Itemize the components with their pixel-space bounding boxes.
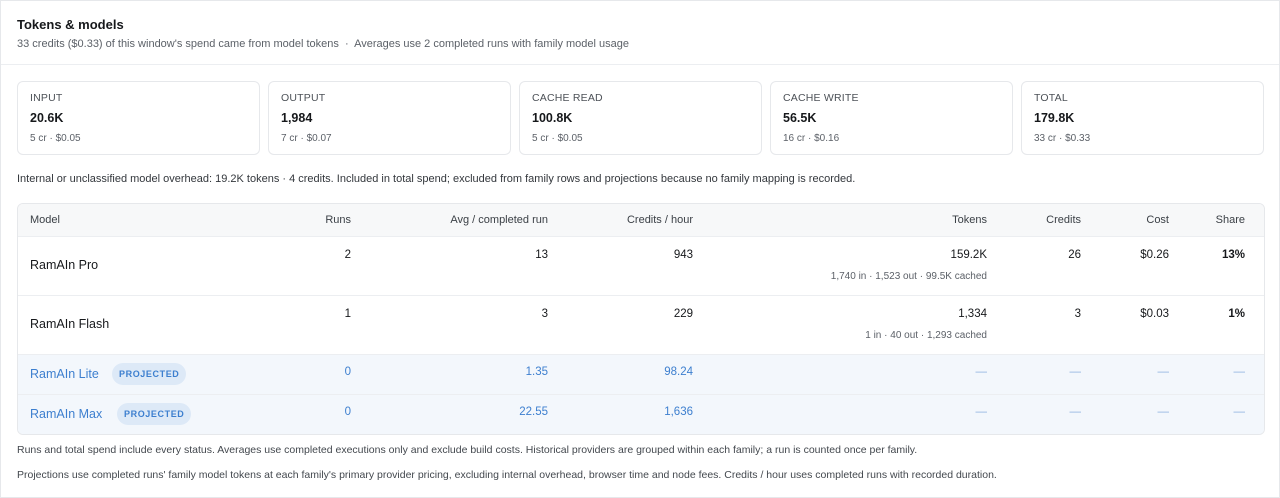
stat-label: INPUT bbox=[30, 92, 63, 104]
cost-value: — bbox=[1157, 366, 1170, 378]
column-header-runs: Runs bbox=[325, 214, 351, 226]
column-header-credits: Credits bbox=[1046, 214, 1081, 226]
column-header-tokens: Tokens bbox=[952, 214, 987, 226]
share-value: — bbox=[1233, 406, 1246, 418]
model-name: RamAIn Pro bbox=[30, 258, 99, 272]
footnote-runs: Runs and total spend include every statu… bbox=[17, 444, 918, 456]
stat-card-input: INPUT 20.6K 5 cr · $0.05 bbox=[17, 81, 260, 155]
model-usage-table: Model Runs Avg / completed run Credits /… bbox=[17, 203, 1265, 435]
cost-value: — bbox=[1157, 406, 1170, 418]
subtitle-separator: · bbox=[344, 38, 349, 50]
column-header-share: Share bbox=[1215, 214, 1245, 226]
stat-card-output: OUTPUT 1,984 7 cr · $0.07 bbox=[268, 81, 511, 155]
credits-value: 3 bbox=[1074, 308, 1081, 320]
credits-value: 26 bbox=[1068, 249, 1081, 261]
table-header-row: Model Runs Avg / completed run Credits /… bbox=[18, 204, 1264, 237]
stat-detail: 16 cr · $0.16 bbox=[783, 133, 840, 144]
stat-detail: 5 cr · $0.05 bbox=[30, 133, 81, 144]
cost-value: $0.03 bbox=[1140, 308, 1169, 320]
stat-value: 20.6K bbox=[30, 111, 64, 125]
tokens-value: — bbox=[975, 406, 988, 418]
tokens-models-panel: Tokens & models 33 credits ($0.33) of th… bbox=[0, 0, 1280, 498]
model-name: RamAIn Max bbox=[30, 407, 103, 421]
tokens-value: 159.2K bbox=[950, 249, 987, 261]
column-header-model: Model bbox=[30, 214, 60, 226]
column-header-avg: Avg / completed run bbox=[450, 214, 548, 226]
panel-header: Tokens & models 33 credits ($0.33) of th… bbox=[1, 1, 1279, 65]
projected-badge: PROJECTED bbox=[112, 363, 187, 385]
runs-value: 1 bbox=[344, 308, 351, 320]
projected-badge: PROJECTED bbox=[117, 403, 192, 425]
avg-value: 13 bbox=[535, 249, 548, 261]
runs-value: 2 bbox=[344, 249, 351, 261]
avg-value: 1.35 bbox=[525, 366, 548, 378]
share-value: 13% bbox=[1221, 249, 1245, 261]
stat-label: TOTAL bbox=[1034, 92, 1068, 104]
model-name: RamAIn Lite bbox=[30, 367, 99, 381]
panel-title: Tokens & models bbox=[17, 17, 124, 32]
stat-value: 179.8K bbox=[1034, 111, 1075, 125]
stat-label: CACHE READ bbox=[532, 92, 603, 104]
credits-per-hour-value: 1,636 bbox=[664, 406, 693, 418]
overhead-note: Internal or unclassified model overhead:… bbox=[17, 173, 856, 185]
subtitle-averages: Averages use 2 completed runs with famil… bbox=[354, 38, 630, 50]
credits-per-hour-value: 943 bbox=[673, 249, 693, 261]
panel-subtitle: 33 credits ($0.33) of this window's spen… bbox=[17, 38, 629, 50]
avg-value: 22.55 bbox=[519, 406, 548, 418]
tokens-detail: 1 in · 40 out · 1,293 cached bbox=[865, 330, 987, 341]
share-value: 1% bbox=[1228, 308, 1245, 320]
credits-per-hour-value: 229 bbox=[673, 308, 693, 320]
tokens-value: — bbox=[975, 366, 988, 378]
cost-value: $0.26 bbox=[1140, 249, 1169, 261]
stat-card-cache-write: CACHE WRITE 56.5K 16 cr · $0.16 bbox=[770, 81, 1013, 155]
model-name: RamAIn Flash bbox=[30, 317, 110, 331]
table-row-projected: RamAIn Max PROJECTED 0 22.55 1,636 — — —… bbox=[18, 395, 1264, 434]
table-row: RamAIn Flash 1 3 229 1,334 1 in · 40 out… bbox=[18, 296, 1264, 355]
column-header-cost: Cost bbox=[1146, 214, 1169, 226]
credits-value: — bbox=[1069, 366, 1082, 378]
stat-value: 56.5K bbox=[783, 111, 817, 125]
stat-detail: 7 cr · $0.07 bbox=[281, 133, 332, 144]
share-value: — bbox=[1233, 366, 1246, 378]
credits-value: — bbox=[1069, 406, 1082, 418]
stat-detail: 5 cr · $0.05 bbox=[532, 133, 583, 144]
stat-value: 1,984 bbox=[281, 111, 313, 125]
stat-label: OUTPUT bbox=[281, 92, 326, 104]
footnote-projections: Projections use completed runs' family m… bbox=[17, 469, 997, 481]
credits-per-hour-value: 98.24 bbox=[664, 366, 693, 378]
stat-detail: 33 cr · $0.33 bbox=[1034, 133, 1091, 144]
runs-value: 0 bbox=[344, 406, 351, 418]
stat-card-cache-read: CACHE READ 100.8K 5 cr · $0.05 bbox=[519, 81, 762, 155]
tokens-value: 1,334 bbox=[958, 308, 987, 320]
runs-value: 0 bbox=[344, 366, 351, 378]
avg-value: 3 bbox=[541, 308, 548, 320]
table-row: RamAIn Pro 2 13 943 159.2K 1,740 in · 1,… bbox=[18, 237, 1264, 296]
stat-label: CACHE WRITE bbox=[783, 92, 859, 104]
stat-card-total: TOTAL 179.8K 33 cr · $0.33 bbox=[1021, 81, 1264, 155]
table-row-projected: RamAIn Lite PROJECTED 0 1.35 98.24 — — —… bbox=[18, 355, 1264, 395]
column-header-credits-per-hour: Credits / hour bbox=[626, 214, 693, 226]
tokens-detail: 1,740 in · 1,523 out · 99.5K cached bbox=[830, 271, 987, 282]
subtitle-spend: 33 credits ($0.33) of this window's spen… bbox=[17, 38, 339, 50]
token-stat-cards: INPUT 20.6K 5 cr · $0.05 OUTPUT 1,984 7 … bbox=[17, 81, 1265, 155]
stat-value: 100.8K bbox=[532, 111, 573, 125]
